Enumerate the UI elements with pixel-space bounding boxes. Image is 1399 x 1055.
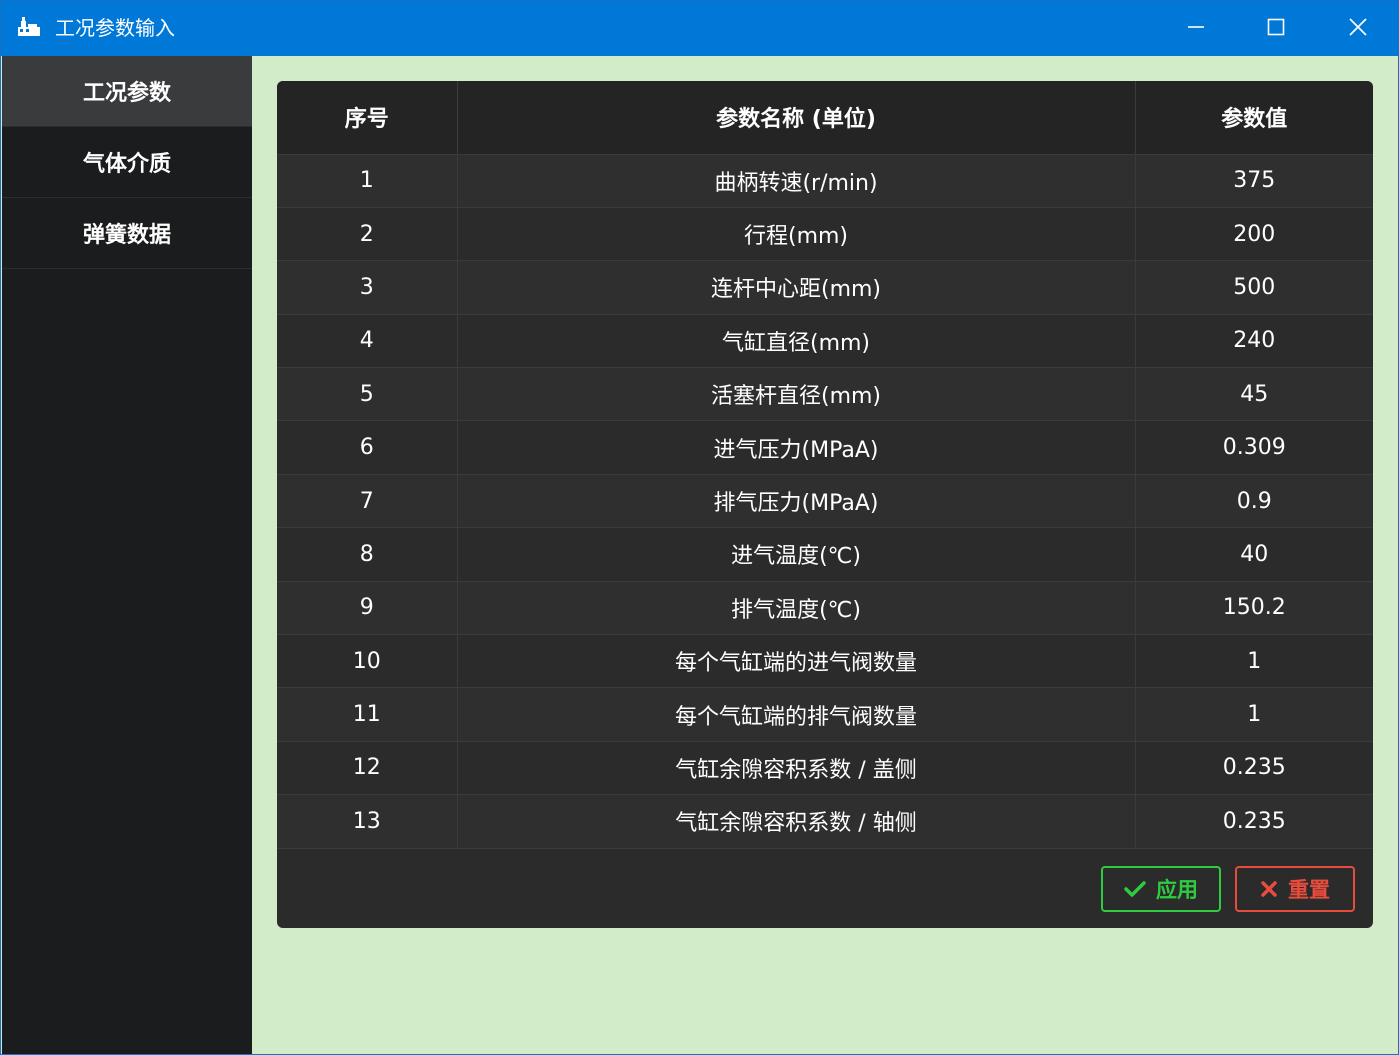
- app-icon: [17, 16, 43, 38]
- reset-button[interactable]: 重置: [1235, 866, 1355, 912]
- apply-label: 应用: [1156, 878, 1198, 902]
- row-param-name: 连杆中心距(mm): [457, 260, 1136, 315]
- table-row[interactable]: 7 排气压力(MPaA) 0.9: [277, 474, 1373, 529]
- row-index: 11: [277, 687, 458, 742]
- column-header-value: 参数值: [1135, 81, 1373, 155]
- row-param-value[interactable]: 240: [1135, 314, 1373, 369]
- row-param-name: 行程(mm): [457, 207, 1136, 262]
- reset-label: 重置: [1288, 878, 1330, 902]
- sidebar-item-label: 工况参数: [82, 81, 171, 106]
- row-index: 1: [277, 154, 458, 208]
- row-index: 9: [277, 581, 458, 636]
- row-param-name: 进气压力(MPaA): [457, 420, 1136, 475]
- row-index: 12: [277, 741, 458, 796]
- column-header-name: 参数名称 (单位): [457, 81, 1136, 155]
- row-index: 3: [277, 260, 458, 315]
- row-index: 5: [277, 367, 458, 422]
- row-param-value[interactable]: 150.2: [1135, 581, 1373, 636]
- minimize-icon: [1187, 18, 1205, 40]
- row-param-name: 气缸直径(mm): [457, 314, 1136, 369]
- sidebar-item-spring-data[interactable]: 弹簧数据: [2, 198, 252, 269]
- table-row[interactable]: 11 每个气缸端的排气阀数量 1: [277, 687, 1373, 742]
- table-row[interactable]: 1 曲柄转速(r/min) 375: [277, 154, 1373, 208]
- row-index: 7: [277, 474, 458, 529]
- app-window: 工况参数输入 工况参数 气体介质 弹簧数据 序号 参数名称 (单位) 参数值 1…: [0, 0, 1399, 1055]
- row-param-name: 气缸余隙容积系数 / 轴侧: [457, 794, 1136, 849]
- row-param-name: 气缸余隙容积系数 / 盖侧: [457, 741, 1136, 796]
- sidebar-item-operating-params[interactable]: 工况参数: [2, 56, 252, 127]
- row-param-value[interactable]: 0.235: [1135, 741, 1373, 796]
- sidebar-item-label: 气体介质: [82, 152, 171, 177]
- row-param-name: 每个气缸端的排气阀数量: [457, 687, 1136, 742]
- row-param-value[interactable]: 45: [1135, 367, 1373, 422]
- row-index: 8: [277, 527, 458, 582]
- sidebar: 工况参数 气体介质 弹簧数据: [2, 56, 252, 1054]
- row-param-name: 进气温度(℃): [457, 527, 1136, 582]
- row-param-value[interactable]: 0.235: [1135, 794, 1373, 849]
- row-param-value[interactable]: 40: [1135, 527, 1373, 582]
- row-param-value[interactable]: 0.309: [1135, 420, 1373, 475]
- table-row[interactable]: 3 连杆中心距(mm) 500: [277, 260, 1373, 315]
- title-bar[interactable]: 工况参数输入: [1, 1, 1398, 56]
- row-param-name: 曲柄转速(r/min): [457, 154, 1136, 208]
- row-param-name: 排气温度(℃): [457, 581, 1136, 636]
- table-row[interactable]: 6 进气压力(MPaA) 0.309: [277, 420, 1373, 475]
- table-row[interactable]: 5 活塞杆直径(mm) 45: [277, 367, 1373, 422]
- apply-button[interactable]: 应用: [1101, 866, 1221, 912]
- close-button[interactable]: [1318, 1, 1398, 56]
- table-row[interactable]: 9 排气温度(℃) 150.2: [277, 581, 1373, 636]
- table-row[interactable]: 12 气缸余隙容积系数 / 盖侧 0.235: [277, 741, 1373, 796]
- maximize-button[interactable]: [1236, 1, 1316, 56]
- check-icon: [1124, 880, 1146, 898]
- row-param-value[interactable]: 1: [1135, 634, 1373, 689]
- table-row[interactable]: 13 气缸余隙容积系数 / 轴侧 0.235: [277, 794, 1373, 849]
- row-param-name: 排气压力(MPaA): [457, 474, 1136, 529]
- row-param-name: 活塞杆直径(mm): [457, 367, 1136, 422]
- row-param-value[interactable]: 1: [1135, 687, 1373, 742]
- row-index: 13: [277, 794, 458, 849]
- table-header-row: 序号 参数名称 (单位) 参数值: [277, 81, 1373, 155]
- row-param-value[interactable]: 375: [1135, 154, 1373, 208]
- row-index: 2: [277, 207, 458, 262]
- close-icon: [1348, 17, 1368, 41]
- sidebar-item-label: 弹簧数据: [82, 223, 171, 248]
- row-index: 4: [277, 314, 458, 369]
- table-row[interactable]: 8 进气温度(℃) 40: [277, 527, 1373, 582]
- window-title: 工况参数输入: [55, 16, 175, 40]
- row-param-value[interactable]: 500: [1135, 260, 1373, 315]
- sidebar-item-gas-medium[interactable]: 气体介质: [2, 127, 252, 198]
- table-row[interactable]: 4 气缸直径(mm) 240: [277, 314, 1373, 369]
- table-row[interactable]: 10 每个气缸端的进气阀数量 1: [277, 634, 1373, 689]
- row-param-name: 每个气缸端的进气阀数量: [457, 634, 1136, 689]
- params-table: 序号 参数名称 (单位) 参数值 1 曲柄转速(r/min) 375 2 行程(mm)…: [277, 81, 1373, 849]
- params-panel: 序号 参数名称 (单位) 参数值 1 曲柄转速(r/min) 375 2 行程(mm)…: [277, 81, 1373, 928]
- table-row[interactable]: 2 行程(mm) 200: [277, 207, 1373, 262]
- x-icon: [1260, 880, 1278, 898]
- row-param-value[interactable]: 200: [1135, 207, 1373, 262]
- column-header-index: 序号: [277, 81, 458, 155]
- row-index: 6: [277, 420, 458, 475]
- maximize-icon: [1267, 18, 1285, 40]
- row-index: 10: [277, 634, 458, 689]
- minimize-button[interactable]: [1156, 1, 1236, 56]
- row-param-value[interactable]: 0.9: [1135, 474, 1373, 529]
